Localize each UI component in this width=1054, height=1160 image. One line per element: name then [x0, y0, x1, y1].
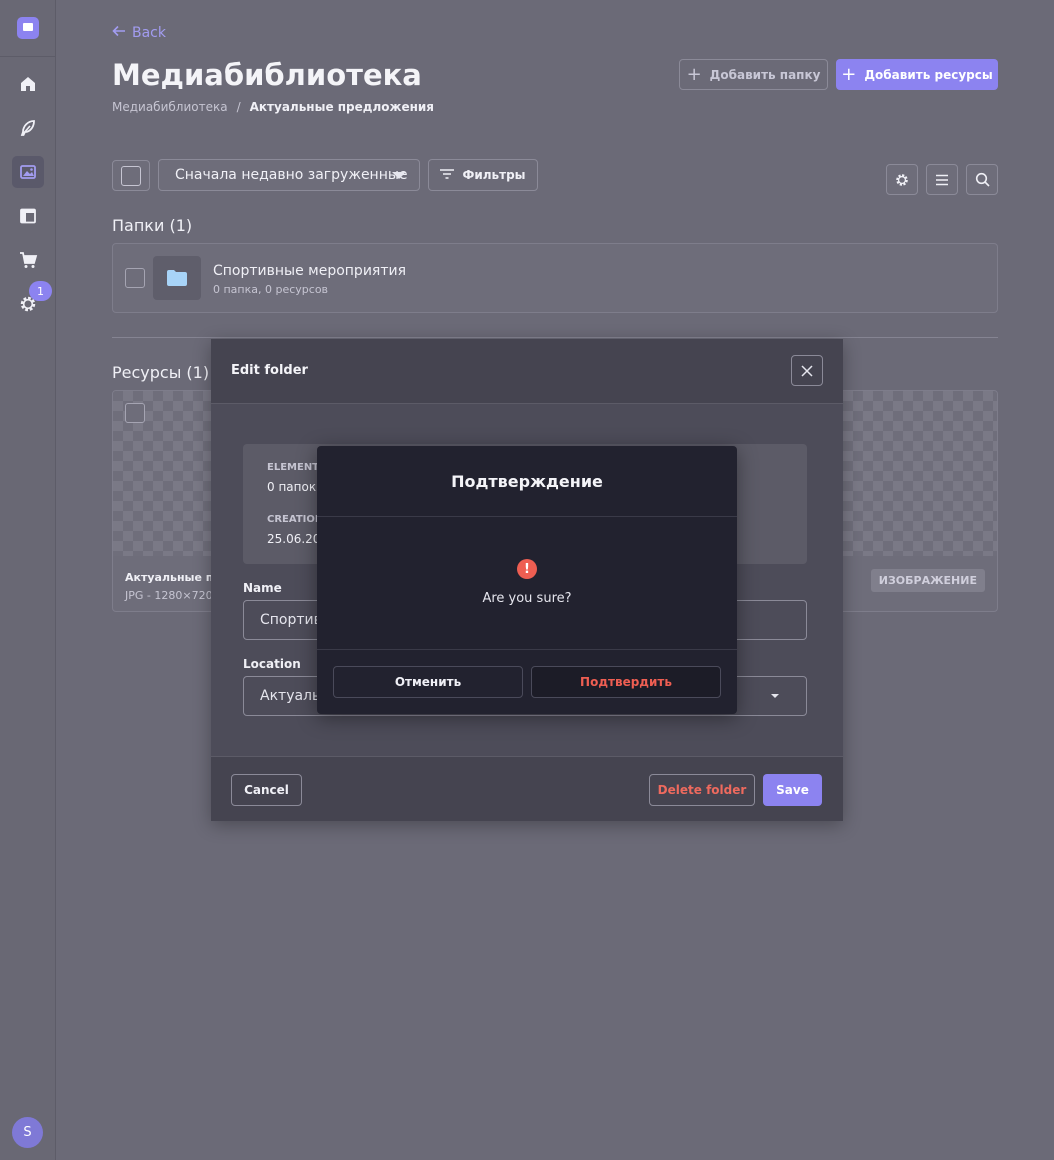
- confirm-dialog: Подтверждение ! Are you sure? Отменить П…: [317, 446, 737, 714]
- section-divider: [112, 337, 998, 338]
- user-avatar[interactable]: S: [12, 1117, 43, 1148]
- asset-meta: JPG - 1280×720: [125, 589, 213, 602]
- folder-icon: [167, 270, 187, 286]
- search-icon: [975, 172, 990, 187]
- add-assets-button[interactable]: + Добавить ресурсы: [836, 59, 998, 90]
- folders-heading: Папки (1): [112, 216, 193, 235]
- feather-icon: [20, 120, 35, 136]
- close-button[interactable]: [791, 355, 823, 386]
- asset-type-badge: ИЗОБРАЖЕНИЕ: [870, 569, 985, 592]
- confirm-cancel-button[interactable]: Отменить: [333, 666, 523, 698]
- confirm-divider-top: [317, 516, 737, 517]
- warning-icon: !: [517, 559, 537, 579]
- close-icon: [801, 364, 813, 377]
- search-button[interactable]: [966, 164, 998, 195]
- home-icon: [21, 77, 35, 91]
- sidebar-item-content[interactable]: [12, 112, 44, 144]
- save-button[interactable]: Save: [763, 774, 822, 806]
- filters-button[interactable]: Фильтры: [428, 159, 538, 191]
- folder-thumbnail: [153, 256, 201, 300]
- breadcrumb: Медиабиблиотека / Актуальные предложения: [112, 100, 434, 114]
- sidebar-item-media-library[interactable]: [12, 156, 44, 188]
- chevron-down-icon: [392, 172, 406, 179]
- breadcrumb-root[interactable]: Медиабиблиотека: [112, 100, 228, 114]
- select-all-checkbox-wrapper[interactable]: [112, 160, 150, 191]
- back-label: Back: [132, 25, 166, 41]
- breadcrumb-separator: /: [236, 100, 241, 114]
- modal-title: Edit folder: [231, 363, 308, 378]
- page-title: Медиабиблиотека: [112, 58, 422, 92]
- breadcrumb-current: Актуальные предложения: [249, 100, 434, 114]
- confirm-ok-button[interactable]: Подтвердить: [531, 666, 721, 698]
- modal-header: Edit folder: [211, 339, 843, 404]
- asset-name: Актуальные пр: [125, 571, 222, 584]
- select-all-checkbox[interactable]: [121, 166, 141, 186]
- sidebar: 1 S: [0, 0, 56, 1160]
- plus-icon: +: [686, 63, 702, 85]
- back-link[interactable]: Back: [112, 25, 166, 41]
- notification-badge: 1: [29, 281, 52, 301]
- sidebar-divider: [0, 56, 56, 57]
- folder-meta: 0 папка, 0 ресурсов: [213, 283, 329, 296]
- list-icon: [936, 174, 948, 185]
- layout-icon: [20, 208, 36, 224]
- elements-label: ELEMENT: [267, 462, 320, 473]
- name-label: Name: [243, 581, 282, 595]
- add-folder-label: Добавить папку: [709, 67, 821, 82]
- app-logo[interactable]: [17, 17, 39, 39]
- delete-folder-button[interactable]: Delete folder: [649, 774, 755, 806]
- sidebar-item-home[interactable]: [12, 68, 44, 100]
- filters-label: Фильтры: [462, 168, 526, 182]
- folder-checkbox[interactable]: [125, 268, 145, 288]
- arrow-left-icon: [112, 25, 126, 41]
- chevron-down-icon: [771, 694, 779, 698]
- sort-selected-value: Сначала недавно загруженные: [175, 167, 408, 183]
- cancel-button[interactable]: Cancel: [231, 774, 302, 806]
- sidebar-item-layout[interactable]: [12, 200, 44, 232]
- sidebar-item-shop[interactable]: [12, 244, 44, 276]
- confirm-divider-bottom: [317, 649, 737, 650]
- list-view-button[interactable]: [926, 164, 958, 195]
- asset-checkbox[interactable]: [125, 403, 145, 423]
- sort-select[interactable]: Сначала недавно загруженные: [158, 159, 420, 191]
- folder-name: Спортивные мероприятия: [213, 263, 407, 279]
- cart-icon: [20, 252, 38, 268]
- plus-icon: +: [841, 63, 857, 85]
- location-label: Location: [243, 657, 301, 671]
- modal-footer: Cancel Delete folder Save: [211, 756, 843, 821]
- confirm-message: Are you sure?: [482, 591, 572, 606]
- confirm-title: Подтверждение: [451, 472, 603, 491]
- assets-heading: Ресурсы (1): [112, 363, 210, 382]
- add-folder-button[interactable]: + Добавить папку: [679, 59, 828, 90]
- gear-icon: [896, 173, 908, 186]
- image-icon: [20, 165, 36, 179]
- settings-button[interactable]: [886, 164, 918, 195]
- add-assets-label: Добавить ресурсы: [864, 67, 993, 82]
- filter-icon: [440, 168, 455, 182]
- folder-card[interactable]: Спортивные мероприятия 0 папка, 0 ресурс…: [112, 243, 998, 313]
- creation-label: CREATION: [267, 514, 324, 525]
